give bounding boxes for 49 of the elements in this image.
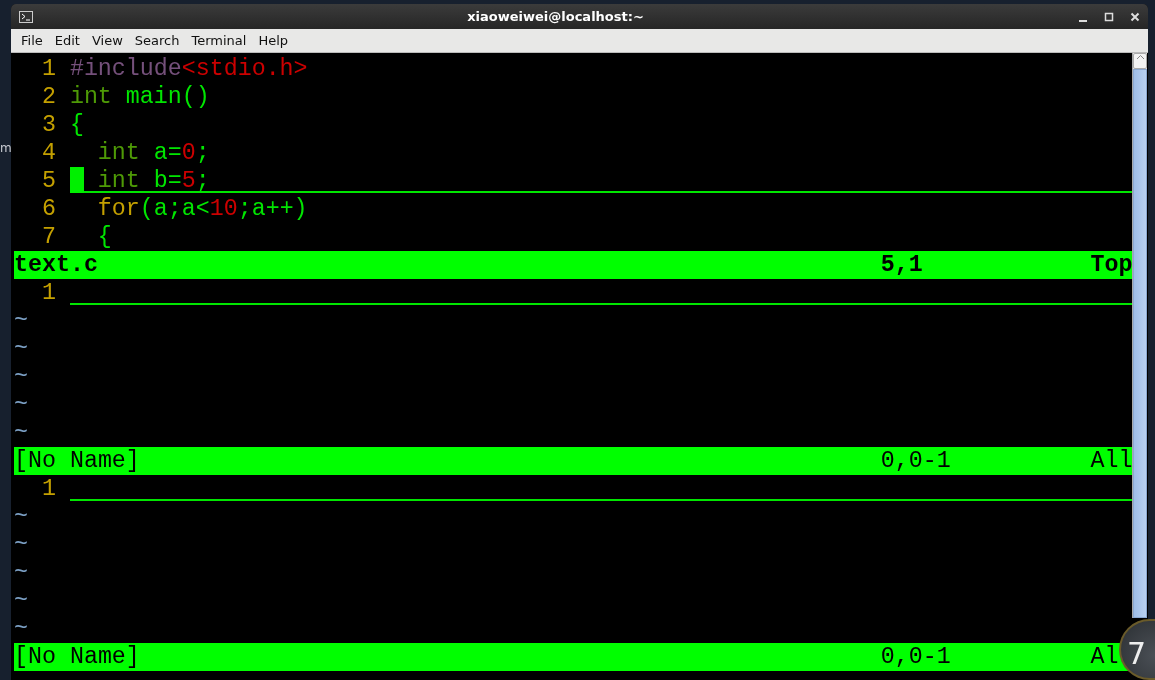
empty-line-tilde: ~ xyxy=(14,531,28,559)
empty-line-tilde: ~ xyxy=(14,307,28,335)
file-name: text.c xyxy=(14,252,98,278)
code-line: #include<stdio.h> xyxy=(69,56,308,82)
empty-line-tilde: ~ xyxy=(14,503,28,531)
line-number: 3 xyxy=(40,111,57,139)
close-icon[interactable] xyxy=(1130,11,1140,22)
menu-item[interactable]: File xyxy=(15,30,49,51)
file-name: [No Name] xyxy=(14,644,140,670)
empty-line-tilde: ~ xyxy=(14,363,28,391)
line-number: 1 xyxy=(40,55,57,83)
file-name: [No Name] xyxy=(14,448,140,474)
line-number: 6 xyxy=(40,195,57,223)
scroll-position: Top xyxy=(1090,251,1133,279)
empty-line-tilde: ~ xyxy=(14,335,28,363)
code-line: int a=0; xyxy=(96,140,210,166)
code-line: { xyxy=(96,224,112,250)
code-line: { xyxy=(69,112,84,138)
gauge-value: 7 xyxy=(1127,636,1147,671)
code-line: int b=5; xyxy=(96,168,210,194)
code-line: for(a;a<10;a++) xyxy=(96,196,308,222)
empty-line-tilde: ~ xyxy=(14,587,28,615)
scroll-position: Al xyxy=(1090,643,1119,671)
terminal-icon xyxy=(19,10,33,23)
empty-line-tilde: ~ xyxy=(14,391,28,419)
line-number: 5 xyxy=(40,167,57,195)
menu-item[interactable]: Edit xyxy=(48,30,86,51)
maximize-icon[interactable] xyxy=(1104,11,1114,22)
chevron-up-icon xyxy=(1135,54,1145,60)
menu-item[interactable]: Help xyxy=(252,30,295,51)
menu-item[interactable]: Terminal xyxy=(185,30,253,51)
menu-item[interactable]: View xyxy=(85,30,129,51)
scroll-position: All xyxy=(1090,447,1133,475)
line-number: 2 xyxy=(40,83,57,111)
scroll-up-button[interactable] xyxy=(1133,53,1147,69)
desktop-label: m xyxy=(0,141,12,155)
line-number: 1 xyxy=(40,475,57,503)
line-number: 7 xyxy=(40,223,57,251)
empty-line-tilde: ~ xyxy=(14,559,28,587)
code-line: int main() xyxy=(69,84,210,110)
empty-line-tilde: ~ xyxy=(14,419,28,447)
empty-line-tilde: ~ xyxy=(14,615,28,643)
cursor-position: 0,0-1 xyxy=(880,448,951,474)
menu-item[interactable]: Search xyxy=(128,30,186,51)
cursor-position: 0,0-1 xyxy=(880,644,951,670)
cursor-position: 5,1 xyxy=(880,252,923,278)
window-title: xiaoweiwei@localhost:~ xyxy=(467,8,644,24)
line-number: 4 xyxy=(40,139,57,167)
line-number: 1 xyxy=(40,279,57,307)
